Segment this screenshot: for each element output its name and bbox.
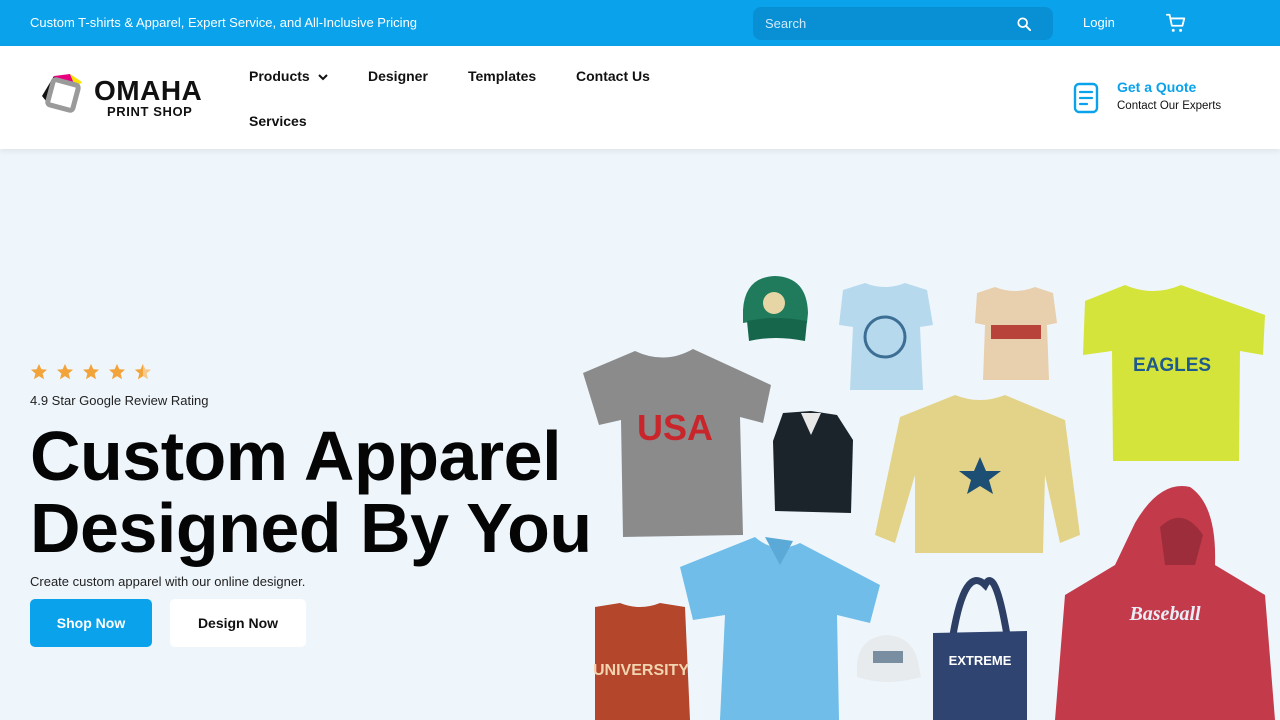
yellow-eagles-tshirt-image: EAGLES bbox=[1083, 285, 1265, 461]
white-cap-image bbox=[857, 635, 921, 682]
nav-products-label: Products bbox=[249, 68, 310, 84]
search-input[interactable] bbox=[753, 7, 1013, 40]
yellow-sweatshirt-image bbox=[875, 395, 1080, 553]
svg-text:EXTREME: EXTREME bbox=[949, 653, 1012, 668]
star-icon bbox=[82, 363, 100, 380]
star-icon bbox=[56, 363, 74, 380]
svg-text:EAGLES: EAGLES bbox=[1133, 355, 1211, 376]
black-jacket-image bbox=[773, 411, 853, 513]
apparel-collage-image: EAGLES USA UNIVERSITY EXTREME Baseball bbox=[583, 276, 1275, 720]
rating-stars bbox=[30, 363, 152, 381]
grey-usa-tshirt-image: USA bbox=[583, 349, 771, 537]
svg-text:Baseball: Baseball bbox=[1128, 603, 1201, 625]
logo-mark-icon bbox=[42, 74, 82, 113]
cart-icon[interactable] bbox=[1165, 12, 1187, 34]
star-icon bbox=[30, 363, 48, 380]
login-link[interactable]: Login bbox=[1083, 15, 1115, 30]
quote-subtitle: Contact Our Experts bbox=[1117, 100, 1222, 112]
star-icon bbox=[108, 363, 126, 380]
search-box[interactable] bbox=[753, 7, 1053, 40]
rating-text: 4.9 Star Google Review Rating bbox=[30, 393, 209, 408]
svg-text:USA: USA bbox=[637, 407, 713, 448]
logo-text-secondary: PRINT SHOP bbox=[107, 104, 193, 119]
shop-now-button[interactable]: Shop Now bbox=[30, 599, 152, 647]
hero-title-line-1: Custom Apparel bbox=[30, 417, 562, 495]
logo-text-primary: OMAHA bbox=[94, 75, 203, 106]
nav-services[interactable]: Services bbox=[249, 113, 307, 129]
beige-tshirt-image bbox=[975, 287, 1057, 380]
nav-templates[interactable]: Templates bbox=[468, 68, 536, 84]
main-header: OMAHA PRINT SHOP Products Designer Templ… bbox=[0, 46, 1280, 149]
nav-products[interactable]: Products bbox=[249, 68, 328, 84]
orange-university-tshirt-image: UNIVERSITY bbox=[593, 603, 690, 720]
hero-subtitle: Create custom apparel with our online de… bbox=[30, 574, 306, 589]
get-a-quote-link[interactable]: Get a Quote bbox=[1117, 79, 1196, 95]
hero-title: Custom Apparel Designed By You bbox=[30, 420, 630, 564]
red-hoodie-image: Baseball bbox=[1055, 486, 1275, 720]
nav-contact-us[interactable]: Contact Us bbox=[576, 68, 650, 84]
green-cap-image bbox=[743, 276, 808, 341]
site-logo[interactable]: OMAHA PRINT SHOP bbox=[26, 64, 214, 130]
light-blue-tshirt-image bbox=[839, 283, 933, 390]
svg-text:UNIVERSITY: UNIVERSITY bbox=[593, 662, 689, 679]
promo-text: Custom T-shirts & Apparel, Expert Servic… bbox=[30, 15, 418, 30]
hero-title-line-2: Designed By You bbox=[30, 489, 592, 567]
document-icon[interactable] bbox=[1073, 82, 1099, 114]
design-now-button[interactable]: Design Now bbox=[170, 599, 306, 647]
light-blue-polo-image bbox=[680, 537, 880, 720]
search-icon[interactable] bbox=[1017, 17, 1031, 31]
top-bar: Custom T-shirts & Apparel, Expert Servic… bbox=[0, 0, 1280, 46]
chevron-down-icon bbox=[317, 74, 328, 81]
star-half-icon bbox=[134, 363, 152, 380]
nav-designer[interactable]: Designer bbox=[368, 68, 428, 84]
navy-tote-bag-image: EXTREME bbox=[933, 577, 1027, 720]
